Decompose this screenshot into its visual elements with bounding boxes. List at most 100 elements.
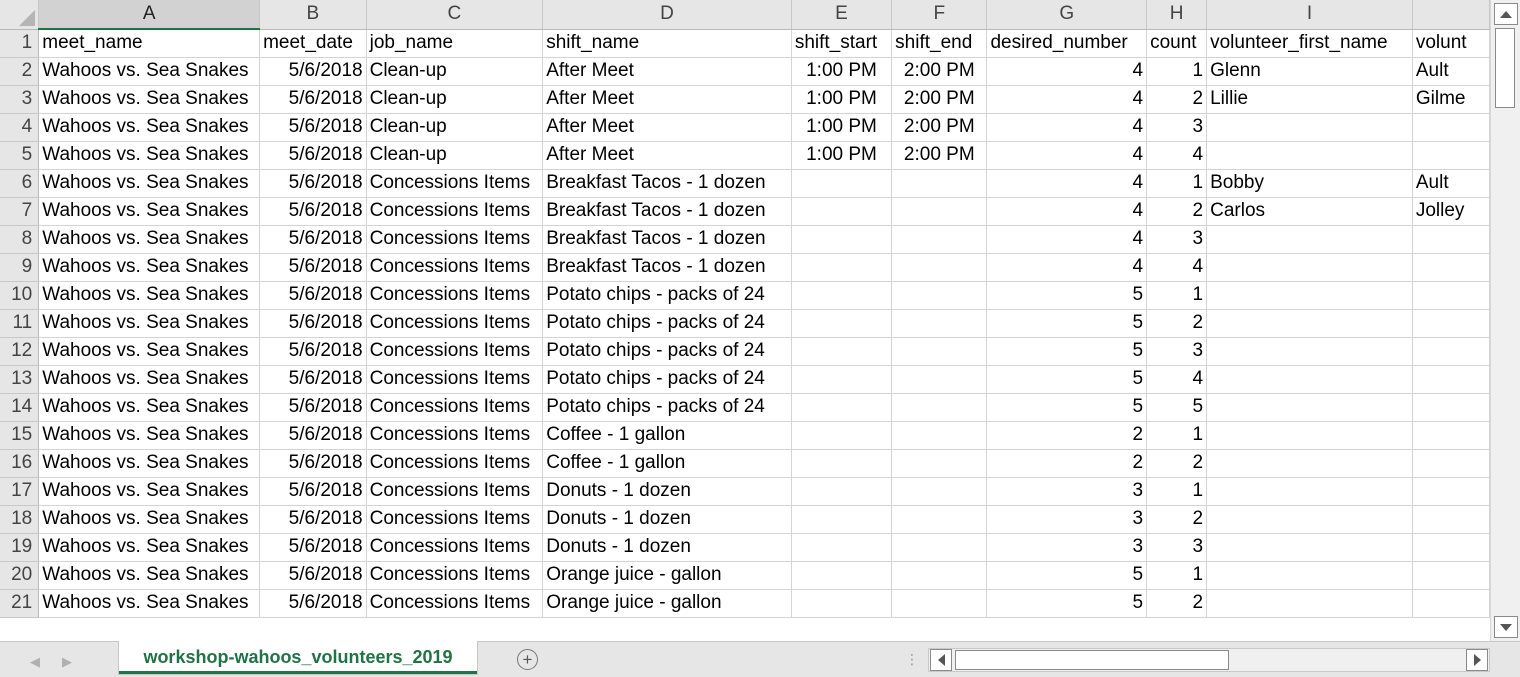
row-header[interactable]: 6 — [0, 169, 40, 198]
cell-shift-name[interactable]: Potato chips - packs of 24 — [542, 309, 792, 338]
cell-volunteer-first-name[interactable] — [1206, 505, 1413, 534]
cell-shift-end[interactable] — [891, 393, 988, 422]
cell-shift-name[interactable]: Breakfast Tacos - 1 dozen — [542, 225, 792, 254]
cell-meet-name[interactable]: Wahoos vs. Sea Snakes — [38, 533, 261, 562]
cell-meet-name[interactable]: Wahoos vs. Sea Snakes — [38, 141, 261, 170]
column-header-f[interactable]: F — [891, 0, 988, 30]
cell-shift-start[interactable] — [791, 393, 893, 422]
cell-shift-name[interactable]: After Meet — [542, 85, 792, 114]
cell-job-name[interactable]: Concessions Items — [366, 225, 544, 254]
cell-desired-number[interactable]: 5 — [986, 337, 1148, 366]
cell-shift-name[interactable]: Potato chips - packs of 24 — [542, 281, 792, 310]
cell-meet-date[interactable]: 5/6/2018 — [259, 57, 367, 86]
cell-volunteer-last-name[interactable]: Ault — [1412, 57, 1490, 86]
cell-shift-start[interactable] — [791, 533, 893, 562]
cell-count[interactable]: 1 — [1146, 477, 1208, 506]
cell-volunteer-last-name[interactable] — [1412, 533, 1490, 562]
row-header[interactable]: 13 — [0, 365, 40, 394]
row-header[interactable]: 4 — [0, 113, 40, 142]
cell-volunteer-first-name[interactable] — [1206, 589, 1413, 618]
cell-volunteer-first-name[interactable] — [1206, 225, 1413, 254]
splitter-grip-icon[interactable]: ⋮ — [905, 651, 919, 668]
cell-volunteer-first-name[interactable] — [1206, 337, 1413, 366]
column-header-b[interactable]: B — [259, 0, 367, 30]
cell-count[interactable]: 1 — [1146, 169, 1208, 198]
cell-count[interactable]: 3 — [1146, 225, 1208, 254]
scroll-left-button[interactable] — [930, 649, 952, 671]
cell-shift-name[interactable]: After Meet — [542, 141, 792, 170]
cell-volunteer-first-name[interactable] — [1206, 533, 1413, 562]
cell-volunteer-last-name[interactable] — [1412, 253, 1490, 282]
cell-meet-name[interactable]: Wahoos vs. Sea Snakes — [38, 309, 261, 338]
cell-shift-start[interactable] — [791, 197, 893, 226]
cell-shift-start[interactable] — [791, 169, 893, 198]
cell-desired-number[interactable]: 3 — [986, 533, 1148, 562]
cell-shift-name[interactable]: Breakfast Tacos - 1 dozen — [542, 169, 792, 198]
cell-count-header[interactable]: count — [1146, 29, 1208, 58]
cell-volunteer-last-name-header[interactable]: volunt — [1412, 29, 1490, 58]
cell-count[interactable]: 1 — [1146, 561, 1208, 590]
cell-volunteer-first-name[interactable] — [1206, 421, 1413, 450]
cell-meet-name[interactable]: Wahoos vs. Sea Snakes — [38, 477, 261, 506]
cell-shift-end[interactable] — [891, 561, 988, 590]
cell-volunteer-first-name[interactable] — [1206, 477, 1413, 506]
next-sheet-icon[interactable]: ▶ — [62, 654, 72, 670]
cell-desired-number[interactable]: 4 — [986, 253, 1148, 282]
cell-desired-number[interactable]: 5 — [986, 393, 1148, 422]
cell-meet-date[interactable]: 5/6/2018 — [259, 477, 367, 506]
cell-meet-date[interactable]: 5/6/2018 — [259, 281, 367, 310]
scroll-up-button[interactable] — [1494, 3, 1518, 25]
cell-shift-start[interactable] — [791, 449, 893, 478]
cell-job-name[interactable]: Concessions Items — [366, 169, 544, 198]
cell-job-name[interactable]: Concessions Items — [366, 505, 544, 534]
cell-desired-number-header[interactable]: desired_number — [986, 29, 1148, 58]
cell-volunteer-first-name[interactable]: Glenn — [1206, 57, 1413, 86]
row-header[interactable]: 3 — [0, 85, 40, 114]
cell-desired-number[interactable]: 2 — [986, 449, 1148, 478]
cell-shift-name[interactable]: After Meet — [542, 57, 792, 86]
row-header[interactable]: 15 — [0, 421, 40, 450]
cell-job-name[interactable]: Concessions Items — [366, 533, 544, 562]
cell-meet-date[interactable]: 5/6/2018 — [259, 85, 367, 114]
cell-shift-start[interactable]: 1:00 PM — [791, 113, 893, 142]
cell-shift-start[interactable]: 1:00 PM — [791, 141, 893, 170]
cell-count[interactable]: 4 — [1146, 253, 1208, 282]
cell-meet-name[interactable]: Wahoos vs. Sea Snakes — [38, 197, 261, 226]
cell-job-name[interactable]: Concessions Items — [366, 561, 544, 590]
cell-volunteer-first-name[interactable] — [1206, 113, 1413, 142]
cell-count[interactable]: 5 — [1146, 393, 1208, 422]
cell-shift-name[interactable]: Potato chips - packs of 24 — [542, 393, 792, 422]
cell-shift-name[interactable]: After Meet — [542, 113, 792, 142]
cell-shift-end[interactable] — [891, 281, 988, 310]
column-header-h[interactable]: H — [1146, 0, 1208, 30]
cell-job-name[interactable]: Concessions Items — [366, 197, 544, 226]
cell-job-name[interactable]: Concessions Items — [366, 337, 544, 366]
cell-volunteer-first-name[interactable] — [1206, 393, 1413, 422]
cell-volunteer-last-name[interactable] — [1412, 393, 1490, 422]
cell-shift-end[interactable] — [891, 365, 988, 394]
cell-job-name-header[interactable]: job_name — [366, 29, 544, 58]
cell-shift-start[interactable]: 1:00 PM — [791, 85, 893, 114]
cell-count[interactable]: 3 — [1146, 533, 1208, 562]
cell-shift-start[interactable] — [791, 421, 893, 450]
spreadsheet-grid[interactable]: A B C D E F G H I 1 meet_name meet_date … — [0, 0, 1490, 641]
cell-meet-name[interactable]: Wahoos vs. Sea Snakes — [38, 253, 261, 282]
cell-shift-end[interactable]: 2:00 PM — [891, 57, 988, 86]
cell-job-name[interactable]: Clean-up — [366, 113, 544, 142]
cell-count[interactable]: 1 — [1146, 57, 1208, 86]
cell-meet-name[interactable]: Wahoos vs. Sea Snakes — [38, 113, 261, 142]
cell-volunteer-first-name[interactable]: Bobby — [1206, 169, 1413, 198]
cell-meet-date[interactable]: 5/6/2018 — [259, 169, 367, 198]
column-header-d[interactable]: D — [542, 0, 792, 30]
cell-volunteer-last-name[interactable] — [1412, 141, 1490, 170]
cell-shift-start[interactable] — [791, 561, 893, 590]
cell-shift-start[interactable] — [791, 225, 893, 254]
plus-circle-icon[interactable]: + — [517, 649, 538, 670]
row-header[interactable]: 17 — [0, 477, 40, 506]
cell-count[interactable]: 2 — [1146, 85, 1208, 114]
cell-volunteer-last-name[interactable] — [1412, 337, 1490, 366]
cell-volunteer-last-name[interactable]: Jolley — [1412, 197, 1490, 226]
row-header[interactable]: 5 — [0, 141, 40, 170]
cell-meet-date[interactable]: 5/6/2018 — [259, 449, 367, 478]
cell-desired-number[interactable]: 5 — [986, 281, 1148, 310]
